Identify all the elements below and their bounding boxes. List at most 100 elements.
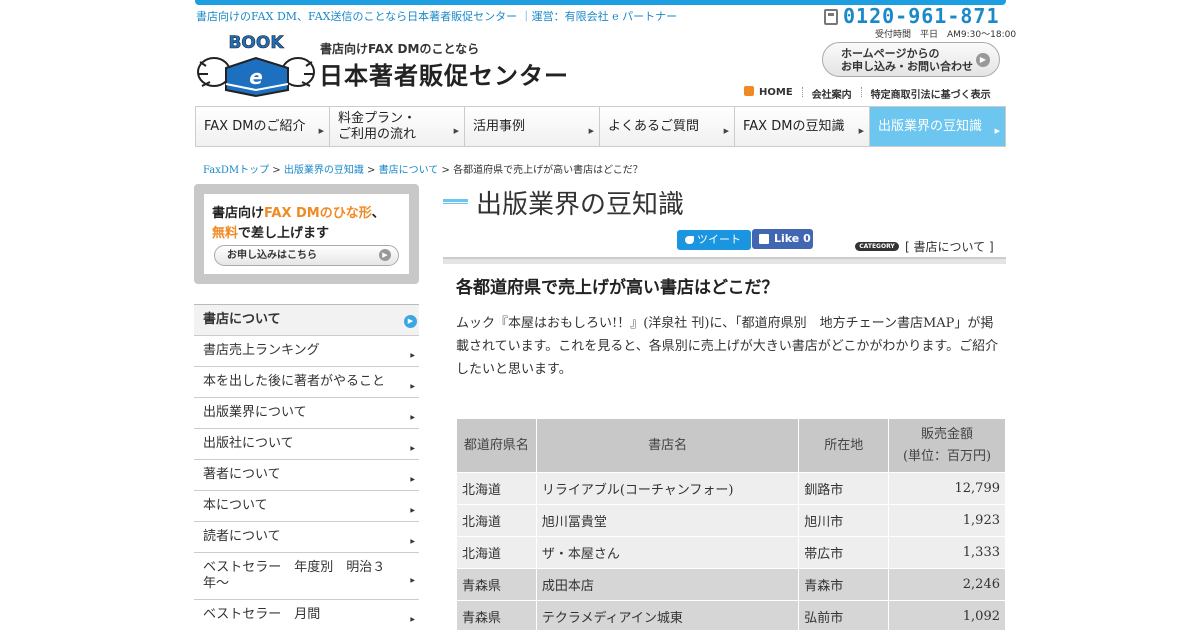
chevron-right-icon: ▶ (410, 616, 415, 623)
cell-prefecture: 青森県 (456, 600, 537, 630)
chevron-right-icon: ▶ (318, 127, 324, 135)
logo-text: BOOK (228, 33, 284, 53)
cell-sales: 12,799 (888, 472, 1006, 505)
cell-sales: 1,333 (888, 536, 1006, 569)
bookstore-table: 都道府県名 書店名 所在地 販売金額 (単位：百万円) 北海道 リライアブル(コー… (456, 418, 1006, 630)
header-link-company[interactable]: 会社案内 (812, 86, 852, 101)
table-row: 北海道 旭川冨貴堂 旭川市 1,923 (456, 504, 1006, 537)
sidebar-nav: 書店について ▶ 書店売上ランキング ▶ 本を出した後に著者がやること ▶ 出版業界に… (194, 304, 419, 630)
table-row: 青森県 成田本店 青森市 2,246 (456, 568, 1006, 601)
table-header-row: 都道府県名 書店名 所在地 販売金額 (単位：百万円) (456, 418, 1006, 473)
nav-case-studies[interactable]: 活用事例 ▶ (465, 107, 600, 146)
table-row: 北海道 ザ・本屋さん 帯広市 1,333 (456, 536, 1006, 569)
breadcrumb-current: 各都道府県で売上げが高い書店はどこだ？ (453, 165, 643, 176)
chevron-right-icon: ▶ (410, 538, 415, 545)
divider (801, 87, 803, 97)
site-title[interactable]: 日本著者販促センター (319, 56, 569, 91)
breadcrumb-link-bookstores[interactable]: 書店について (379, 165, 439, 176)
divider (860, 87, 862, 97)
article-body: ムック『本屋はおもしろい!！』(洋泉社 刊)に、「都道府県別 地方チェーン書店M… (456, 316, 999, 377)
sidebar-item-bestseller-monthly[interactable]: ベストセラー 月間 ▶ (194, 600, 419, 630)
facebook-like-button[interactable]: Like 0 (752, 229, 813, 249)
sidebar-item-readers[interactable]: 読者について ▶ (194, 522, 419, 553)
sidebar-item-bestseller-yearly[interactable]: ベストセラー 年度別 明治３年～ ▶ (194, 553, 419, 600)
article-title: 各都道府県で売上げが高い書店はどこだ？ (456, 278, 779, 298)
nav-faxdm-tips[interactable]: FAX DMの豆知識 ▶ (735, 107, 870, 146)
contact-button-label: ホームページからの お申し込み・お問い合わせ (841, 47, 973, 73)
chevron-right-icon: ▶ (379, 249, 391, 261)
cell-sales: 2,246 (888, 568, 1006, 601)
breadcrumb-link-tips[interactable]: 出版業界の豆知識 (284, 165, 364, 176)
logo-subtitle: 書店向けFAX DMのことなら (320, 42, 480, 56)
cell-store: テクラメディアイン城東 (535, 600, 800, 630)
cell-store: リライアブル(コーチャンフォー) (535, 472, 800, 505)
nav-publishing-tips[interactable]: 出版業界の豆知識 ▶ (870, 107, 1006, 146)
chevron-right-icon: ▶ (976, 53, 990, 67)
column-header-store: 書店名 (535, 418, 800, 473)
table-row: 青森県 テクラメディアイン城東 弘前市 1,092 (456, 600, 1006, 630)
sidebar-item-industry[interactable]: 出版業界について ▶ (194, 398, 419, 429)
cell-location: 帯広市 (798, 536, 890, 569)
cell-location: 青森市 (798, 568, 890, 601)
breadcrumb-link-top[interactable]: FaxDMトップ (203, 165, 269, 176)
sidebar-item-authors[interactable]: 著者について ▶ (194, 460, 419, 491)
header-links: HOME 会社案内 特定商取引法に基づく表示 (744, 86, 991, 101)
section-title: 出版業界の豆知識 (476, 190, 685, 220)
cell-prefecture: 北海道 (456, 504, 537, 537)
cell-sales: 1,923 (888, 504, 1006, 537)
contact-button[interactable]: ホームページからの お申し込み・お問い合わせ ▶ (822, 42, 1000, 77)
heading-rule (443, 257, 1006, 264)
sidebar-item-publishers[interactable]: 出版社について ▶ (194, 429, 419, 460)
cell-store: 旭川冨貴堂 (535, 504, 800, 537)
chevron-right-icon: ▶ (410, 577, 415, 584)
header-link-home[interactable]: HOME (744, 86, 793, 101)
sidebar-item-bookstores[interactable]: 書店について ▶ (194, 305, 419, 336)
cell-location: 弘前市 (798, 600, 890, 630)
global-nav: FAX DMのご紹介 ▶ 料金プラン・ ご利用の流れ ▶ 活用事例 ▶ よくあるご質問 ▶… (195, 106, 1006, 147)
banner-line-1: 書店向けFAX DMのひな形、 (212, 206, 385, 221)
chevron-right-icon: ▶ (994, 127, 1000, 135)
category-link[interactable]: [ 書店について ] (905, 238, 994, 255)
nav-faq[interactable]: よくあるご質問 ▶ (600, 107, 735, 146)
sidebar-item-books[interactable]: 本について ▶ (194, 491, 419, 522)
category-badge: CATEGORY (855, 242, 899, 251)
cell-prefecture: 北海道 (456, 536, 537, 569)
cell-prefecture: 北海道 (456, 472, 537, 505)
phone-hours: 受付時間 平日 AM9:30〜18:00 (875, 30, 1017, 40)
cell-prefecture: 青森県 (456, 568, 537, 601)
chevron-right-icon: ▶ (410, 445, 415, 452)
chevron-right-icon: ▶ (410, 352, 415, 359)
breadcrumb: FaxDMトップ > 出版業界の豆知識 > 書店について > 各都道府県で売上げ… (203, 165, 643, 176)
chevron-right-icon: ▶ (410, 414, 415, 421)
table-row: 北海道 リライアブル(コーチャンフォー) 釧路市 12,799 (456, 472, 1006, 505)
column-header-sales: 販売金額 (単位：百万円) (888, 418, 1006, 473)
chevron-right-icon: ▶ (453, 127, 459, 135)
phone-number[interactable]: 0120-961-871 (843, 4, 1000, 28)
header-link-legal[interactable]: 特定商取引法に基づく表示 (871, 86, 991, 101)
cell-store: 成田本店 (535, 568, 800, 601)
banner-line-2: 無料で差し上げます (212, 226, 330, 241)
cell-location: 旭川市 (798, 504, 890, 537)
cell-store: ザ・本屋さん (535, 536, 800, 569)
nav-pricing[interactable]: 料金プラン・ ご利用の流れ ▶ (330, 107, 465, 146)
chevron-right-icon: ▶ (410, 476, 415, 483)
banner-apply-button[interactable]: お申し込みはこちら ▶ (214, 245, 399, 266)
site-logo[interactable]: e BOOK (196, 28, 316, 98)
column-header-prefecture: 都道府県名 (456, 418, 537, 473)
tweet-button[interactable]: ツイート (677, 230, 751, 250)
rss-icon (744, 86, 754, 96)
sidebar-item-after-publishing[interactable]: 本を出した後に著者がやること ▶ (194, 367, 419, 398)
chevron-right-icon: ▶ (858, 127, 864, 135)
chevron-right-icon: ▶ (410, 383, 415, 390)
template-banner[interactable]: 書店向けFAX DMのひな形、 無料で差し上げます お申し込みはこちら ▶ (194, 184, 419, 284)
chevron-right-icon: ▶ (723, 127, 729, 135)
header-caption: 書店向けのFAX DM、FAX送信のことなら日本著者販促センター ｜運営：有限会… (196, 10, 678, 23)
phone-icon (824, 9, 838, 25)
nav-faxdm-intro[interactable]: FAX DMのご紹介 ▶ (195, 107, 330, 146)
column-header-location: 所在地 (798, 418, 890, 473)
sidebar-item-ranking[interactable]: 書店売上ランキング ▶ (194, 336, 419, 367)
cell-location: 釧路市 (798, 472, 890, 505)
chevron-right-icon: ▶ (404, 315, 417, 328)
chevron-right-icon: ▶ (588, 127, 594, 135)
chevron-right-icon: ▶ (410, 507, 415, 514)
